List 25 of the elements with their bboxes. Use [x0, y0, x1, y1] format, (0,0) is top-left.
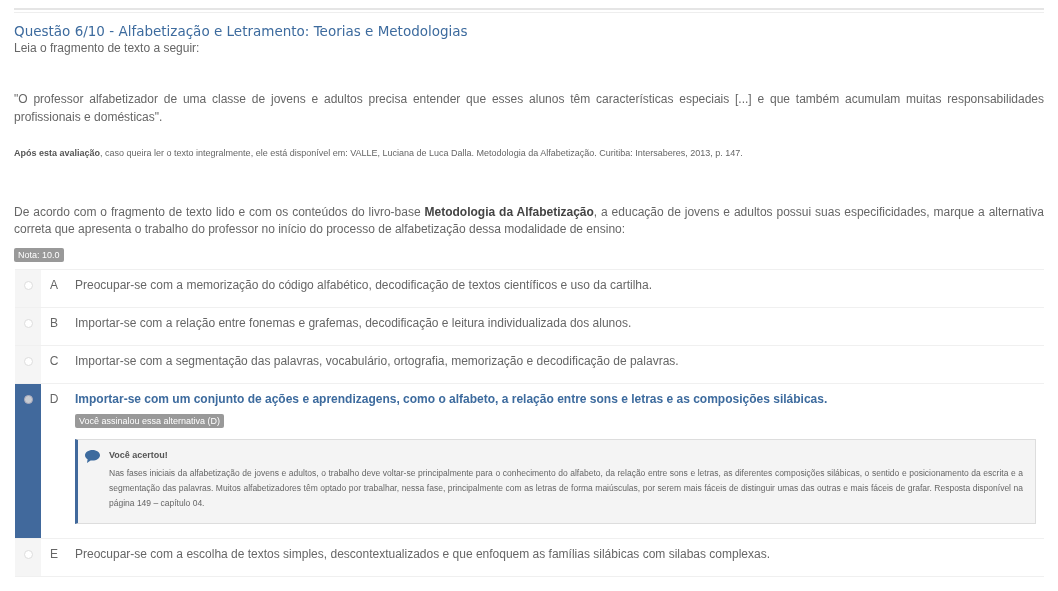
option-text[interactable]: Importar-se com a segmentação das palavras, vocabulário, ortografia, memorização e decodificação de palavras.	[75, 353, 1034, 369]
radio-button[interactable]	[23, 281, 33, 290]
prompt-text: De acordo com o fragmento de texto lido e com os conteúdos do livro-base Metodologia da Alfabetização, a educação de jovens e adultos possui suas especificidades, marque a alternativa correta que apresenta o trabalho do professor no início do processo de alfabetização dessa modalidade de ensino:	[14, 204, 1044, 238]
option-text[interactable]: Importar-se com a relação entre fonemas e grafemas, decodificação e leitura individualizada dos alunos.	[75, 315, 1034, 331]
radio-button[interactable]	[23, 550, 33, 559]
option-text[interactable]: Preocupar-se com a memorização do código alfabético, decodificação de textos científicos e uso da cartilha.	[75, 277, 1034, 293]
option-text[interactable]: Preocupar-se com a escolha de textos simples, descontextualizados e que enfoquem as famílias silábicas com silabas complexas.	[75, 546, 1034, 562]
intro-text: Leia o fragmento de texto a seguir:	[14, 40, 201, 56]
source-text: Após esta avaliação, caso queira ler o texto integralmente, ele está disponível em: VALLE, Luciana de Luca Dalla. Metodologia da Alfabetização. Curitiba: Intersaberes, 2013, p. 147.	[14, 147, 744, 159]
feedback-title: Você acertou!	[109, 449, 169, 462]
selection-badge: Você assinalou essa alternativa (D)	[75, 414, 225, 428]
grade-badge: Nota: 10.0	[14, 248, 64, 262]
option-text[interactable]: Importar-se com um conjunto de ações e aprendizagens, como o alfabeto, a relação entre sons e letras e as composições silábicas.	[75, 391, 1034, 407]
option-letter: A	[50, 277, 58, 294]
speech-bubble-icon	[84, 449, 101, 464]
option-letter: C	[49, 353, 59, 370]
option-letter: D	[49, 391, 59, 408]
radio-button[interactable]	[23, 395, 33, 404]
option-letter: E	[50, 546, 58, 563]
question-title: Questão 6/10 - Alfabetização e Letramento: Teorias e Metodologias	[14, 22, 469, 40]
radio-button[interactable]	[23, 357, 33, 366]
option-letter: B	[50, 315, 58, 332]
feedback-text: Nas fases iniciais da alfabetização de jovens e adultos, o trabalho deve voltar-se principalmente para o conhecimento do alfabeto, da relação entre sons e letras, as diferentes composições silábicas, o sentido e posicionamento da escrita e a segmentação das palavras. Muitos alfabetizadores têm optado por trabalhar, nessa fase, principalmente com as letras de forma maiúsculas, por serem mais fáceis de distinguir umas das outras e mais fáceis de grafar. Resposta disponível na página 149 – capítulo 04.	[109, 467, 1023, 510]
quote-text: "O professor alfabetizador de uma classe de jovens e adultos precisa entender que esses alunos têm características especiais [...] e que também acumulam muitas responsabilidades profissionais e domésticas".	[14, 91, 1044, 126]
radio-button[interactable]	[23, 319, 33, 328]
